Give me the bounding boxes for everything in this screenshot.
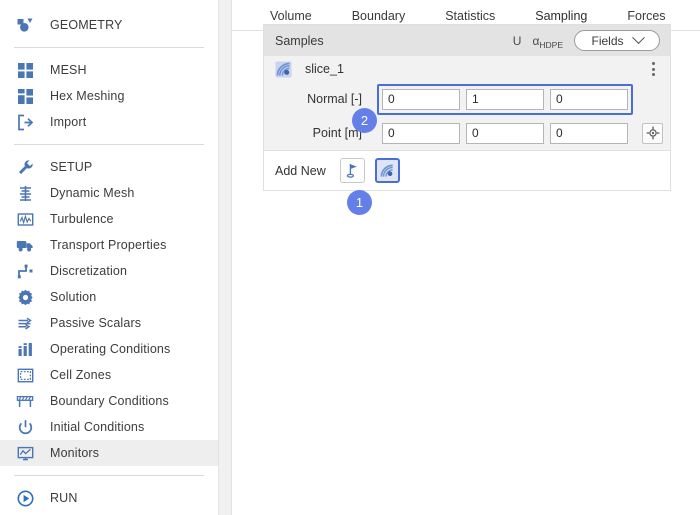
sidebar-item-turbulence[interactable]: Turbulence	[0, 206, 218, 232]
sidebar-item-label: Initial Conditions	[50, 420, 145, 434]
tab-label: Statistics	[445, 9, 496, 23]
sidebar-item-monitors[interactable]: Monitors	[0, 440, 218, 466]
cell-zones-icon	[14, 364, 36, 386]
discretization-icon	[14, 260, 36, 282]
sidebar-item-label: Monitors	[50, 446, 100, 460]
sidebar-item-discretization[interactable]: Discretization	[0, 258, 218, 284]
hex-meshing-icon	[14, 85, 36, 107]
sidebar-item-label: SETUP	[50, 160, 93, 174]
point-row: Point [m]	[264, 116, 670, 150]
add-new-row: Add New	[264, 150, 670, 190]
point-x-input[interactable]	[382, 122, 460, 144]
sidebar-item-label: Passive Scalars	[50, 316, 142, 330]
point-z-input[interactable]	[550, 122, 628, 144]
sidebar-divider	[14, 475, 204, 476]
wrench-icon	[14, 156, 36, 178]
sample-list-item[interactable]: slice_1	[264, 56, 670, 82]
power-icon	[14, 416, 36, 438]
sidebar-item-mesh[interactable]: MESH	[0, 57, 218, 83]
tab-label: Sampling	[535, 9, 588, 23]
truck-icon	[14, 234, 36, 256]
sidebar-item-label: Turbulence	[50, 212, 114, 226]
sidebar-item-boundary-conditions[interactable]: Boundary Conditions	[0, 388, 218, 414]
sidebar-item-label: Discretization	[50, 264, 128, 278]
sidebar-divider	[14, 47, 204, 48]
geometry-icon	[14, 14, 36, 36]
tab-label: Forces	[627, 9, 666, 23]
sidebar-item-import[interactable]: Import	[0, 109, 218, 135]
normal-y-input[interactable]	[466, 88, 544, 110]
sample-item-name: slice_1	[305, 62, 344, 76]
sidebar-item-label: Import	[50, 115, 87, 129]
sidebar-divider	[14, 144, 204, 145]
import-icon	[14, 111, 36, 133]
sidebar-item-solution[interactable]: Solution	[0, 284, 218, 310]
sidebar-item-initial-conditions[interactable]: Initial Conditions	[0, 414, 218, 440]
chevron-down-icon	[631, 31, 645, 45]
normal-input-group	[377, 83, 633, 115]
sidebar-item-label: GEOMETRY	[50, 18, 123, 32]
play-icon	[14, 487, 36, 509]
point-picker-button[interactable]	[642, 122, 663, 144]
sidebar-item-hex-meshing[interactable]: Hex Meshing	[0, 83, 218, 109]
sidebar-item-label: Boundary Conditions	[50, 394, 169, 408]
kebab-menu-icon[interactable]	[645, 60, 661, 78]
slice-icon	[380, 164, 393, 177]
callout-badge-label: 1	[355, 195, 364, 210]
sidebar-item-operating-conditions[interactable]: Operating Conditions	[0, 336, 218, 362]
sidebar-item-transport-properties[interactable]: Transport Properties	[0, 232, 218, 258]
app-window: GEOMETRY MESH Hex Meshing Import SETUP D…	[0, 0, 700, 515]
main-content: Volume Boundary Statistics Sampling Forc…	[232, 0, 700, 515]
sidebar-item-label: RUN	[50, 491, 78, 505]
add-slice-button[interactable]	[374, 158, 400, 183]
normal-z-input[interactable]	[550, 88, 628, 110]
sidebar-item-passive-scalars[interactable]: Passive Scalars	[0, 310, 218, 336]
dynamic-mesh-icon	[14, 182, 36, 204]
samples-panel-body: slice_1 Normal [-] Point [m]	[264, 56, 670, 150]
point-input-group	[377, 118, 633, 149]
sidebar-item-run[interactable]: RUN	[0, 485, 218, 511]
tab-label: Volume	[270, 9, 312, 23]
callout-badge-2: 2	[352, 108, 377, 133]
probe-flag-icon	[346, 164, 357, 178]
sidebar-item-label: Operating Conditions	[50, 342, 171, 356]
callout-badge-label: 2	[360, 113, 369, 128]
tab-label: Boundary	[351, 9, 406, 23]
turbulence-icon	[14, 208, 36, 230]
passive-scalars-icon	[14, 312, 36, 334]
normal-label: Normal [-]	[307, 92, 362, 106]
panel-divider	[218, 0, 232, 515]
field-tag-alpha-hdpe: αHDPE	[532, 33, 563, 50]
monitors-icon	[14, 442, 36, 464]
callout-badge-1: 1	[347, 190, 372, 215]
fields-dropdown-button[interactable]: Fields	[574, 30, 660, 51]
gear-icon	[14, 286, 36, 308]
sidebar-item-label: Dynamic Mesh	[50, 186, 135, 200]
normal-row: Normal [-]	[264, 82, 670, 116]
sidebar-item-label: Solution	[50, 290, 97, 304]
sidebar-item-label: Hex Meshing	[50, 89, 125, 103]
bar-chart-icon	[14, 338, 36, 360]
panel-title: Samples	[275, 33, 324, 48]
sidebar-item-dynamic-mesh[interactable]: Dynamic Mesh	[0, 180, 218, 206]
slice-icon	[275, 61, 292, 78]
mesh-icon	[14, 59, 36, 81]
sidebar-item-label: MESH	[50, 63, 87, 77]
sidebar-item-cell-zones[interactable]: Cell Zones	[0, 362, 218, 388]
crosshair-icon	[646, 126, 659, 140]
field-tag-u: U	[512, 33, 522, 48]
fields-dropdown-label: Fields	[591, 33, 624, 48]
add-new-label: Add New	[275, 163, 326, 178]
samples-panel-header: Samples U αHDPE Fields	[264, 25, 670, 56]
boundary-conditions-icon	[14, 390, 36, 412]
point-y-input[interactable]	[466, 122, 544, 144]
sidebar-item-label: Transport Properties	[50, 238, 167, 252]
add-probe-button[interactable]	[339, 158, 365, 183]
normal-x-input[interactable]	[382, 88, 460, 110]
samples-panel: Samples U αHDPE Fields slice_1 Normal [-…	[263, 24, 671, 191]
sidebar-item-setup[interactable]: SETUP	[0, 154, 218, 180]
sidebar-item-label: Cell Zones	[50, 368, 112, 382]
sidebar: GEOMETRY MESH Hex Meshing Import SETUP D…	[0, 0, 218, 515]
sidebar-item-geometry[interactable]: GEOMETRY	[0, 12, 218, 38]
